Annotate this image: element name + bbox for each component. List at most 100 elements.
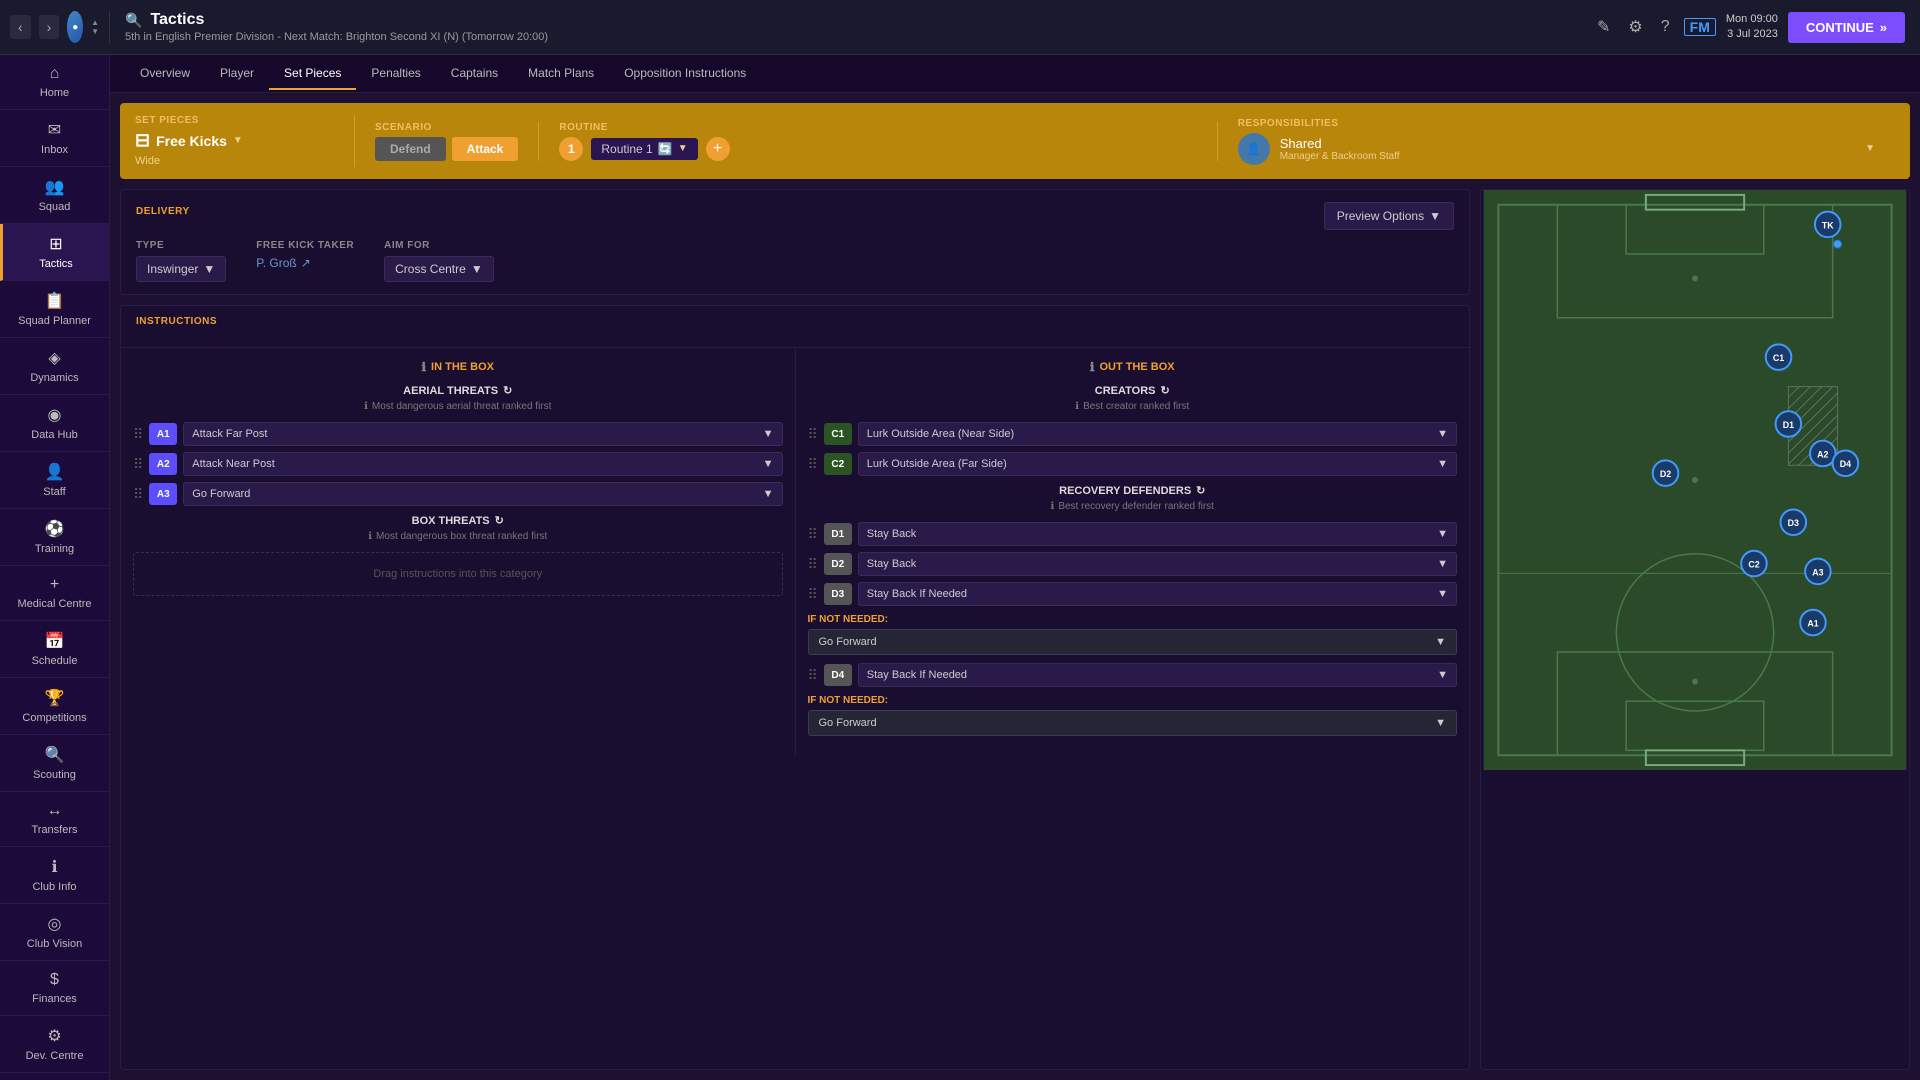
sidebar-item-tactics[interactable]: ⊞ Tactics [0, 224, 109, 281]
delivery-type-select[interactable]: Inswinger ▼ [136, 256, 226, 282]
set-pieces-header: SET PIECES ⊟ Free Kicks ▼ Wide SCENARIO … [120, 103, 1910, 179]
pitch-svg: TK C1 A2 D4 [1481, 190, 1909, 770]
sidebar-label-schedule: Schedule [32, 655, 78, 667]
sidebar-label-inbox: Inbox [41, 144, 68, 156]
creators-refresh-icon[interactable]: ↻ [1161, 384, 1170, 397]
sidebar-item-finances[interactable]: $ Finances [0, 961, 109, 1016]
sidebar-item-squad[interactable]: 👥 Squad [0, 167, 109, 224]
tab-opposition-instructions[interactable]: Opposition Instructions [609, 58, 761, 90]
preview-options-button[interactable]: Preview Options ▼ [1324, 202, 1454, 230]
svg-text:A2: A2 [1817, 449, 1828, 459]
box-threats-title: BOX THREATS ↻ [133, 514, 783, 527]
page-content: SET PIECES ⊟ Free Kicks ▼ Wide SCENARIO … [110, 93, 1920, 1080]
inst-select-d3[interactable]: Stay Back If Needed ▼ [858, 582, 1457, 606]
sp-responsibilities-section: RESPONSIBILITIES 👤 Shared Manager & Back… [1218, 118, 1895, 165]
drag-handle-a3[interactable]: ⠿ [133, 486, 143, 503]
sidebar-item-medical[interactable]: + Medical Centre [0, 566, 109, 621]
sp-set-pieces-section: SET PIECES ⊟ Free Kicks ▼ Wide [135, 115, 355, 167]
drag-handle-d4[interactable]: ⠿ [808, 667, 818, 684]
sidebar-item-inbox[interactable]: ✉ Inbox [0, 110, 109, 167]
medical-icon: + [50, 576, 59, 594]
instruction-row-a1: ⠿ A1 Attack Far Post ▼ [133, 422, 783, 446]
drag-handle-c2[interactable]: ⠿ [808, 456, 818, 473]
scenario-defend-button[interactable]: Defend [375, 137, 446, 161]
inst-select-a2[interactable]: Attack Near Post ▼ [183, 452, 782, 476]
sidebar-item-training[interactable]: ⚽ Training [0, 509, 109, 566]
info-icon[interactable]: ? [1657, 14, 1674, 40]
drag-handle-a1[interactable]: ⠿ [133, 426, 143, 443]
nav-forward-button[interactable]: › [39, 15, 60, 39]
set-piece-dropdown-icon[interactable]: ▼ [233, 135, 243, 146]
sidebar-item-club-info[interactable]: ℹ Club Info [0, 847, 109, 904]
sidebar-item-squad-planner[interactable]: 📋 Squad Planner [0, 281, 109, 338]
recovery-refresh-icon[interactable]: ↻ [1196, 484, 1205, 497]
tab-captains[interactable]: Captains [436, 58, 513, 90]
sp-scenario-section: SCENARIO Defend Attack [355, 122, 539, 161]
team-nav-down[interactable]: ▼ [91, 28, 99, 36]
sp-set-pieces-label: SET PIECES [135, 115, 334, 126]
routine-clock-icon: 🔄 [658, 142, 673, 156]
sidebar-item-competitions[interactable]: 🏆 Competitions [0, 678, 109, 735]
box-threats-label: BOX THREATS [412, 515, 490, 527]
aerial-threats-refresh-icon[interactable]: ↻ [503, 384, 512, 397]
tab-set-pieces[interactable]: Set Pieces [269, 58, 356, 90]
d3-if-not-select[interactable]: Go Forward ▼ [808, 629, 1458, 655]
set-piece-type-icon: ⊟ [135, 130, 150, 151]
inst-value-d1: Stay Back [867, 528, 917, 540]
inst-value-a2: Attack Near Post [192, 458, 275, 470]
pitch-visualization: TK C1 A2 D4 [1481, 190, 1909, 770]
help-icon[interactable]: ⚙ [1624, 13, 1646, 41]
delivery-aim-select[interactable]: Cross Centre ▼ [384, 256, 494, 282]
drag-handle-d2[interactable]: ⠿ [808, 556, 818, 573]
in-box-info-icon[interactable]: ℹ [421, 360, 426, 374]
scenario-attack-button[interactable]: Attack [452, 137, 519, 161]
drag-handle-c1[interactable]: ⠿ [808, 426, 818, 443]
sidebar-item-dynamics[interactable]: ◈ Dynamics [0, 338, 109, 395]
sidebar-item-staff[interactable]: 👤 Staff [0, 452, 109, 509]
inst-select-d2[interactable]: Stay Back ▼ [858, 552, 1457, 576]
inst-select-d4[interactable]: Stay Back If Needed ▼ [858, 663, 1457, 687]
add-routine-button[interactable]: + [706, 137, 730, 161]
routine-dropdown-icon[interactable]: ▼ [678, 143, 688, 154]
team-nav-up[interactable]: ▲ [91, 19, 99, 27]
delivery-aim-label: AIM FOR [384, 240, 494, 251]
d4-if-not-caret-icon: ▼ [1435, 717, 1446, 729]
continue-button[interactable]: CONTINUE » [1788, 12, 1905, 43]
sidebar-label-tactics: Tactics [39, 258, 73, 270]
sidebar-item-dev-centre[interactable]: ⚙ Dev. Centre [0, 1016, 109, 1073]
d3-if-not-label: IF NOT NEEDED: [808, 614, 1458, 625]
tab-player[interactable]: Player [205, 58, 269, 90]
sidebar-label-home: Home [40, 87, 69, 99]
badge-c2: C2 [824, 453, 852, 475]
nav-back-button[interactable]: ‹ [10, 15, 31, 39]
sidebar-item-transfers[interactable]: ↔ Transfers [0, 792, 109, 847]
sidebar-item-schedule[interactable]: 📅 Schedule [0, 621, 109, 678]
drag-handle-d1[interactable]: ⠿ [808, 526, 818, 543]
drag-handle-d3[interactable]: ⠿ [808, 586, 818, 603]
inst-caret-a1: ▼ [763, 428, 774, 440]
inst-select-d1[interactable]: Stay Back ▼ [858, 522, 1457, 546]
inst-select-c2[interactable]: Lurk Outside Area (Far Side) ▼ [858, 452, 1457, 476]
delivery-taker-select[interactable]: P. Groß ↗ [256, 256, 311, 270]
inst-select-a1[interactable]: Attack Far Post ▼ [183, 422, 782, 446]
d4-if-not-select[interactable]: Go Forward ▼ [808, 710, 1458, 736]
sidebar-item-club-vision[interactable]: ◎ Club Vision [0, 904, 109, 961]
recovery-hint-info-icon: ℹ [1051, 501, 1055, 512]
inst-select-a3[interactable]: Go Forward ▼ [183, 482, 782, 506]
resp-dropdown-icon[interactable]: ▼ [1865, 143, 1875, 154]
out-box-info-icon[interactable]: ℹ [1090, 360, 1095, 374]
sidebar-item-home[interactable]: ⌂ Home [0, 55, 109, 110]
tab-match-plans[interactable]: Match Plans [513, 58, 609, 90]
creators-hint-text: Best creator ranked first [1083, 401, 1189, 412]
sidebar-item-scouting[interactable]: 🔍 Scouting [0, 735, 109, 792]
sidebar-item-data-hub[interactable]: ◉ Data Hub [0, 395, 109, 452]
drag-handle-a2[interactable]: ⠿ [133, 456, 143, 473]
inst-select-c1[interactable]: Lurk Outside Area (Near Side) ▼ [858, 422, 1457, 446]
tab-penalties[interactable]: Penalties [356, 58, 435, 90]
box-threats-refresh-icon[interactable]: ↻ [495, 514, 504, 527]
sidebar-label-club-vision: Club Vision [27, 938, 82, 950]
edit-icon[interactable]: ✎ [1593, 13, 1614, 41]
inbox-icon: ✉ [48, 120, 61, 140]
tab-overview[interactable]: Overview [125, 58, 205, 90]
staff-icon: 👤 [45, 462, 65, 482]
